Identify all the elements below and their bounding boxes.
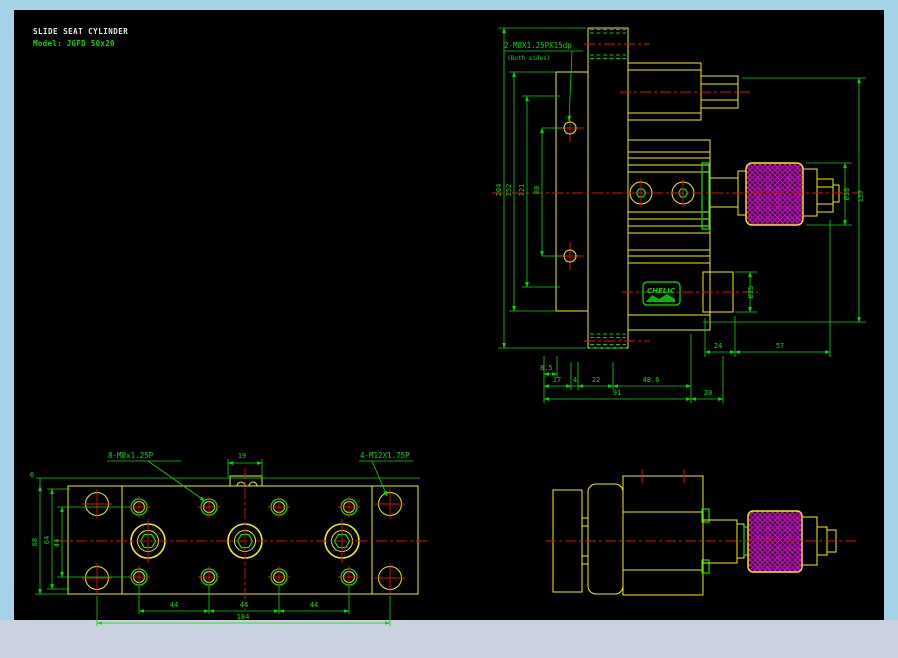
dim-68: 68: [31, 538, 39, 546]
dim-24: 24: [714, 342, 722, 350]
dim-184: 184: [237, 613, 250, 621]
thread-callout-note: (Both sides): [507, 55, 550, 62]
callout-8-m8: 8-M8x1.25P: [108, 451, 154, 460]
dim-8-5: 8.5: [540, 364, 553, 372]
dim-19: 19: [238, 452, 246, 460]
logo-text: CHELIC: [647, 287, 676, 295]
dim-121: 121: [518, 184, 526, 197]
drawing-sheet: SLIDE SEAT CYLINDER Model: JGFD 50x20 CH…: [0, 0, 898, 658]
dim-20: 20: [704, 389, 712, 397]
dim-64: 64: [43, 536, 51, 544]
dim-17: 17: [553, 376, 561, 384]
adjuster-knob-knurled: [745, 162, 804, 226]
dim-48-6: 48.6: [643, 376, 660, 384]
drawing-title: SLIDE SEAT CYLINDER: [33, 27, 128, 36]
dim-44-vertical: 44: [53, 539, 61, 547]
dim-80: 80: [533, 186, 541, 194]
dim-204: 204: [495, 184, 503, 197]
adjuster-knob-elev: [747, 510, 803, 573]
dim-22: 22: [592, 376, 600, 384]
bottom-strip: [0, 620, 898, 658]
thread-callout: 2-M8X1.25PX15dp: [504, 41, 572, 50]
dim-152: 152: [505, 184, 513, 197]
dim-6: 6: [30, 471, 34, 479]
callout-4-m12: 4-M12X1.75P: [360, 451, 410, 460]
dim-44-a: 44: [170, 601, 178, 609]
dim-44-b: 44: [240, 601, 248, 609]
dim-157: 157: [857, 190, 865, 203]
dim-57: 57: [776, 342, 784, 350]
dim-44-c: 44: [310, 601, 318, 609]
cad-window: SLIDE SEAT CYLINDER Model: JGFD 50x20 CH…: [0, 0, 898, 658]
dim-4: 4: [573, 376, 577, 384]
dim-91: 91: [613, 389, 621, 397]
dim-dia25: Ø25: [747, 286, 755, 299]
dim-dia38: Ø38: [843, 188, 851, 201]
drawing-model: Model: JGFD 50x20: [33, 39, 115, 48]
